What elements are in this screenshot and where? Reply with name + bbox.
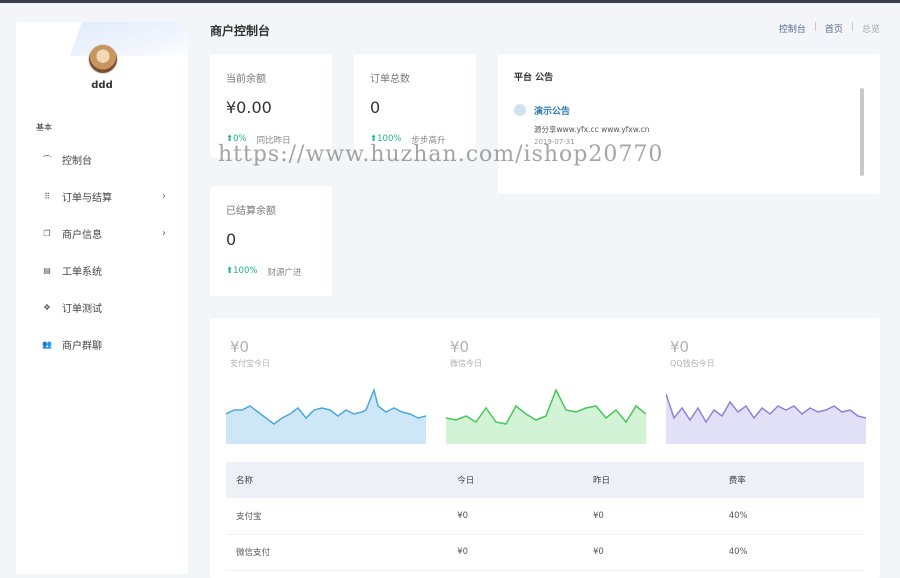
notice-card: 平台 公告 演示公告 源分享www.yfx.cc www.yfxw.cn 201…: [498, 54, 880, 194]
breadcrumb-console[interactable]: 控制台: [779, 22, 806, 35]
column-header: 昨日: [582, 462, 719, 498]
sidebar-section-label: 基本: [36, 123, 52, 132]
notice-item-title[interactable]: 演示公告: [534, 104, 570, 117]
notice-item-body: 源分享www.yfx.cc www.yfxw.cn: [534, 125, 650, 134]
sparkline-wechat: [446, 388, 646, 444]
sidebar-item-dashboard[interactable]: ⌒ 控制台: [16, 144, 188, 174]
sidebar-item-label: 商户群聊: [62, 340, 102, 352]
username: ddd: [91, 80, 113, 91]
notice-scrollbar[interactable]: [860, 88, 864, 176]
gauge-icon: ⌒: [43, 154, 51, 164]
table-cell: ¥0: [447, 498, 583, 535]
move-icon: ✥: [43, 302, 51, 312]
breadcrumb-separator: |: [850, 22, 854, 32]
sidebar-item-merchant-info[interactable]: ❐ 商户信息 ›: [16, 218, 188, 248]
sparkline-qq: [666, 393, 866, 444]
sidebar-item-label: 控制台: [62, 155, 92, 167]
breadcrumb-separator: |: [813, 22, 817, 32]
stat-card-settled: 已结算余额 0 ⬆100% 财源广进: [210, 186, 332, 296]
sidebar-item-order-test[interactable]: ✥ 订单测试: [16, 292, 188, 322]
table-row: 支付宝 ¥0 ¥0 40%: [226, 498, 864, 535]
notice-title: 平台 公告: [514, 73, 554, 83]
payment-label: 微信今日: [450, 359, 482, 368]
breadcrumb: 控制台 | 首页 | 总览: [779, 22, 880, 35]
table-cell: 40%: [718, 498, 864, 535]
table-cell: ¥0: [582, 498, 719, 535]
sidebar-item-label: 商户信息: [62, 229, 102, 241]
notice-bullet-icon: [514, 104, 526, 116]
stat-change: 100%: [233, 266, 258, 276]
sparkline-area: [446, 390, 646, 444]
users-icon: 👥: [42, 339, 52, 349]
breadcrumb-home[interactable]: 首页: [825, 22, 843, 35]
grid-icon: ⠿: [44, 191, 50, 201]
column-header: 费率: [718, 462, 864, 498]
stat-label: 订单总数: [370, 74, 410, 85]
payment-value: ¥0: [670, 338, 690, 356]
table-cell: 40%: [718, 534, 864, 571]
table-header-row: 名称 今日 昨日 费率: [226, 462, 864, 498]
sidebar-item-merchant-chat[interactable]: 👥 商户群聊: [16, 329, 188, 359]
table-cell: 微信支付: [226, 534, 448, 571]
table-cell: ¥0: [447, 534, 583, 571]
stat-label: 当前余额: [226, 74, 266, 85]
breadcrumb-current: 总览: [861, 25, 880, 35]
table-cell: ¥0: [582, 534, 719, 571]
payment-value: ¥0: [230, 338, 250, 356]
payment-table: 名称 今日 昨日 费率 支付宝 ¥0 ¥0 40% 微信支付 ¥0 ¥0 40%: [226, 462, 864, 571]
column-header: 名称: [226, 462, 448, 498]
payment-label: 支付宝今日: [230, 359, 270, 368]
top-bar: [0, 0, 900, 3]
table-row: 微信支付 ¥0 ¥0 40%: [226, 534, 864, 571]
sidebar-item-label: 订单测试: [62, 303, 102, 315]
stat-desc: 财源广进: [267, 268, 302, 278]
stat-label: 已结算余额: [226, 206, 276, 217]
page-title: 商户控制台: [210, 24, 271, 38]
sparkline-alipay: [226, 388, 426, 444]
sidebar-item-label: 订单与结算: [62, 192, 112, 204]
sidebar: ddd 基本 ⌒ 控制台 ⠿ 订单与结算 › ❐ 商户信息 › ▤ 工单系统 ✥ 订单测试 👥 商户群聊: [16, 22, 188, 574]
payment-panel: ¥0 支付宝今日 ¥0 微信今日 ¥0 QQ钱包今日 名称 今日 昨日 费率 支…: [210, 318, 880, 578]
chevron-right-icon: ›: [162, 190, 166, 202]
sidebar-item-label: 工单系统: [62, 266, 102, 278]
watermark-text: https://www.huzhan.com/ishop20770: [218, 142, 664, 167]
column-header: 今日: [447, 462, 583, 498]
sparkline-area: [666, 394, 866, 444]
payment-value: ¥0: [450, 338, 470, 356]
sidebar-decoration: [69, 22, 188, 56]
stat-value: 0: [370, 98, 381, 117]
sidebar-item-orders-settlement[interactable]: ⠿ 订单与结算 ›: [16, 181, 188, 211]
chevron-right-icon: ›: [162, 227, 166, 239]
ticket-icon: ▤: [43, 265, 51, 275]
copy-icon: ❐: [43, 228, 51, 238]
table-cell: 支付宝: [226, 498, 448, 535]
stat-value: 0: [226, 230, 237, 249]
stat-value: ¥0.00: [226, 98, 272, 117]
sparkline-area: [226, 390, 426, 444]
avatar[interactable]: [88, 44, 118, 74]
sidebar-item-ticket-system[interactable]: ▤ 工单系统: [16, 255, 188, 285]
payment-label: QQ钱包今日: [670, 359, 715, 368]
